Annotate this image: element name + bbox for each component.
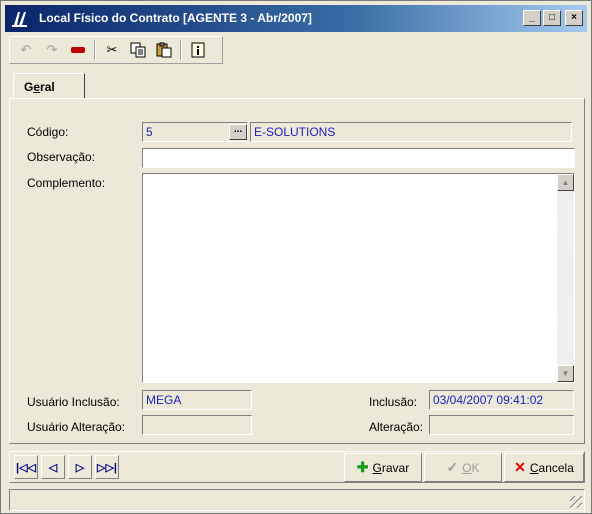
usuario-inclusao-value: MEGA [146, 393, 182, 407]
scroll-up-icon: ▲ [561, 178, 570, 187]
title-bar[interactable]: Local Físico do Contrato [AGENTE 3 - Abr… [5, 5, 587, 32]
gravar-accel: G [372, 460, 382, 475]
close-icon: × [571, 12, 577, 23]
ok-button[interactable]: ✓ OK [424, 453, 502, 482]
inclusao-field: 03/04/2007 09:41:02 [429, 390, 574, 410]
tab-strip: Geral [9, 69, 583, 99]
complemento-label: Complemento: [27, 176, 106, 190]
remove-icon [71, 47, 85, 53]
prev-record-icon: ◁ [48, 461, 58, 474]
navigation-bar: |◁◁ ◁ ▷ ▷▷| ✚ Gravar ✓ OK ✕ Cancela [9, 451, 585, 483]
gravar-button[interactable]: ✚ Gravar [344, 453, 422, 482]
observacao-field[interactable] [142, 148, 575, 168]
gravar-rest: ravar [381, 460, 410, 475]
minimize-button[interactable]: _ [523, 10, 541, 26]
info-icon [191, 42, 205, 58]
gravar-label: Gravar [373, 461, 410, 475]
window-controls: _ □ × [523, 10, 583, 26]
codigo-label: Código: [27, 125, 69, 139]
info-button[interactable] [188, 40, 208, 60]
resize-grip-icon[interactable] [570, 496, 582, 508]
remove-button[interactable] [68, 40, 88, 60]
prev-record-button[interactable]: ◁ [41, 455, 65, 479]
ok-rest: K [471, 460, 480, 475]
next-record-button[interactable]: ▷ [68, 455, 92, 479]
cross-icon: ✕ [514, 459, 526, 475]
cancela-accel: C [529, 460, 539, 475]
codigo-description: E-SOLUTIONS [250, 122, 572, 142]
toolbar-separator [180, 40, 182, 60]
cut-button[interactable]: ✂ [102, 40, 122, 60]
vertical-scrollbar[interactable]: ▲ ▼ [557, 174, 574, 382]
alteracao-field [429, 415, 574, 435]
paste-icon [156, 42, 172, 58]
app-logo-icon [12, 12, 27, 27]
maximize-icon: □ [548, 12, 556, 23]
copy-button[interactable] [128, 40, 148, 60]
tab-label-pre: G [24, 80, 34, 94]
inclusao-label: Inclusão: [369, 395, 418, 409]
toolbar-separator [94, 40, 96, 60]
inclusao-value: 03/04/2007 09:41:02 [433, 393, 544, 407]
usuario-inclusao-label: Usuário Inclusão: [27, 395, 120, 409]
status-bar [9, 489, 585, 511]
cancela-button[interactable]: ✕ Cancela [504, 453, 584, 482]
tab-geral[interactable]: Geral [13, 73, 85, 99]
scroll-down-icon: ▼ [561, 369, 570, 378]
redo-icon: ↷ [46, 42, 58, 57]
alteracao-label: Alteração: [369, 420, 424, 434]
check-icon: ✓ [446, 459, 459, 475]
window-title: Local Físico do Contrato [AGENTE 3 - Abr… [39, 11, 312, 25]
last-record-button[interactable]: ▷▷| [95, 455, 119, 479]
usuario-inclusao-field: MEGA [142, 390, 252, 410]
undo-button[interactable]: ↶ [16, 40, 36, 60]
first-record-icon: |◁◁ [16, 461, 36, 474]
complemento-memo[interactable]: ▲ ▼ [142, 173, 575, 383]
toolbar: ↶ ↷ ✂ [9, 36, 223, 64]
tab-label-post: ral [40, 80, 55, 94]
scroll-down-button[interactable]: ▼ [557, 365, 574, 382]
codigo-lookup-button[interactable]: ... [229, 124, 247, 140]
usuario-alteracao-label: Usuário Alteração: [27, 420, 126, 434]
ok-label: OK [462, 461, 479, 475]
window: Local Físico do Contrato [AGENTE 3 - Abr… [0, 0, 592, 514]
copy-icon [130, 42, 146, 58]
last-record-icon: ▷▷| [97, 461, 117, 474]
next-record-icon: ▷ [75, 461, 85, 474]
paste-button[interactable] [154, 40, 174, 60]
cancela-label: Cancela [530, 461, 574, 475]
redo-button[interactable]: ↷ [42, 40, 62, 60]
scroll-up-button[interactable]: ▲ [557, 174, 574, 191]
plus-icon: ✚ [356, 459, 369, 475]
close-button[interactable]: × [565, 10, 583, 26]
minimize-icon: _ [529, 12, 535, 23]
codigo-desc-value: E-SOLUTIONS [254, 125, 336, 139]
first-record-button[interactable]: |◁◁ [14, 455, 38, 479]
cancela-rest: ancela [538, 460, 574, 475]
undo-icon: ↶ [20, 42, 32, 57]
ellipsis-icon: ... [233, 124, 243, 135]
cut-icon: ✂ [106, 42, 118, 57]
observacao-label: Observação: [27, 150, 96, 164]
maximize-button[interactable]: □ [543, 10, 561, 26]
ok-accel: O [462, 460, 472, 475]
usuario-alteracao-field [142, 415, 252, 435]
codigo-value: 5 [146, 125, 153, 139]
